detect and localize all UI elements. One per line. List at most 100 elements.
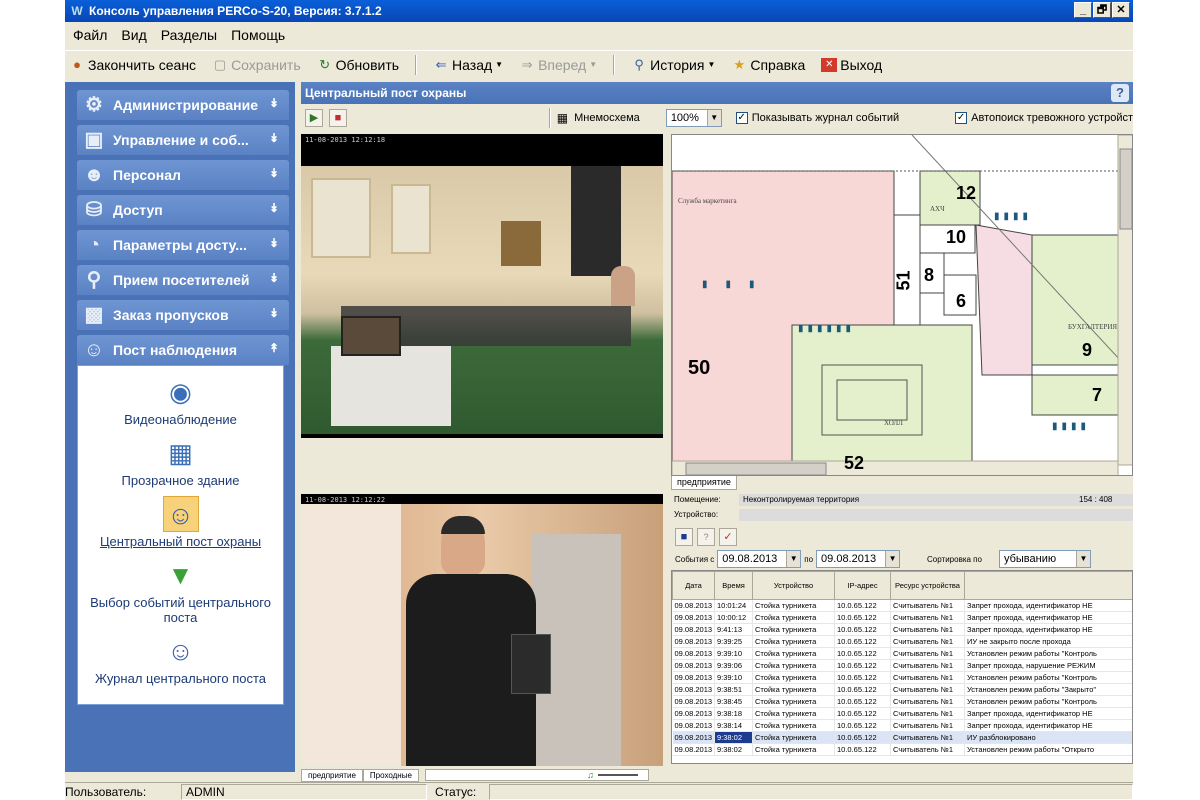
column-header[interactable] (964, 571, 1132, 600)
remove-camera-icon[interactable]: ■ (328, 109, 347, 127)
exit-button[interactable]: ✕ Выход (821, 57, 882, 73)
window-controls: _ 🗗 ✕ (1074, 2, 1130, 18)
map-hscroll-thumb[interactable] (685, 462, 827, 475)
sidebar-item-visitors[interactable]: ⚲ Прием посетителей ↡ (77, 265, 289, 295)
sidebar: ⚙ Администрирование ↡ ▣ Управление и соб… (65, 82, 295, 772)
table-cell: Стойка турникета (752, 731, 835, 744)
table-row[interactable]: 09.08.2013 9:38:18 Стойка турникета 10.0.65… (672, 707, 1132, 720)
volume-slider[interactable] (597, 774, 638, 776)
video-feed-entrance[interactable]: 11-08-2013 12:12:22 (301, 494, 663, 766)
table-row[interactable]: 09.08.2013 9:38:02 Стойка турникета 10.0.65… (672, 731, 1132, 744)
chevron-down-icon: ▼ (1075, 551, 1090, 567)
sub-item-video[interactable]: ◉ Видеонаблюдение (81, 374, 281, 427)
user-value: ADMIN (181, 783, 427, 800)
column-header[interactable]: Дата (672, 571, 715, 600)
info-room-row: Помещение: Неконтролируемая территория 1… (671, 492, 1133, 507)
table-row[interactable]: 09.08.2013 9:39:10 Стойка турникета 10.0.65… (672, 647, 1132, 660)
table-row[interactable]: 09.08.2013 9:39:06 Стойка турникета 10.0.65… (672, 659, 1132, 672)
help-button[interactable]: ★ Справка (731, 57, 806, 73)
table-row[interactable]: 09.08.2013 9:39:25 Стойка турникета 10.0.65… (672, 635, 1132, 648)
sidebar-item-administration[interactable]: ⚙ Администрирование ↡ (77, 90, 289, 120)
table-cell: 10.0.65.122 (834, 623, 891, 636)
table-cell: Считыватель №1 (890, 647, 965, 660)
history-button[interactable]: ⚲ История ▼ (631, 57, 715, 73)
table-cell: 09.08.2013 (672, 731, 715, 744)
hair-shape (441, 516, 485, 534)
restore-button[interactable]: 🗗 (1093, 2, 1111, 18)
events-filter: События с 09.08.2013 ▼ по 09.08.2013 ▼ С… (671, 550, 1091, 568)
table-row[interactable]: 09.08.2013 9:38:45 Стойка турникета 10.0.65… (672, 695, 1132, 708)
back-button[interactable]: ⇐ Назад ▼ (433, 57, 504, 73)
sidebar-item-surveillance[interactable]: ☺ Пост наблюдения ↟ (77, 335, 289, 365)
sub-item-journal[interactable]: ☺ Журнал центрального поста (81, 633, 281, 686)
reader-icon: ▮▮▮▮▮▮ (798, 323, 856, 334)
tab-bottom-checkpoints[interactable]: Проходные (362, 768, 419, 782)
close-button[interactable]: ✕ (1112, 2, 1130, 18)
date-from-select[interactable]: 09.08.2013 ▼ (717, 550, 802, 568)
table-row[interactable]: 09.08.2013 9:41:13 Стойка турникета 10.0.65… (672, 623, 1132, 636)
refresh-button[interactable]: ↻ Обновить (317, 57, 399, 73)
table-cell: 9:38:45 (714, 695, 753, 708)
menu-sections[interactable]: Разделы (161, 27, 217, 43)
table-cell: Считыватель №1 (890, 635, 965, 648)
end-session-button[interactable]: ● Закончить сеанс (69, 57, 196, 73)
table-cell: 10.0.65.122 (834, 671, 891, 684)
save-log-icon[interactable]: ■ (675, 528, 693, 546)
office-scene (301, 166, 663, 434)
table-row[interactable]: 09.08.2013 9:38:02 Стойка турникета 10.0.65… (672, 743, 1132, 756)
sidebar-item-personnel[interactable]: ☻ Персонал ↡ (77, 160, 289, 190)
table-row[interactable]: 09.08.2013 9:38:51 Стойка турникета 10.0.65… (672, 683, 1132, 696)
table-row[interactable]: 09.08.2013 9:38:14 Стойка турникета 10.0.65… (672, 719, 1132, 732)
minimize-button[interactable]: _ (1074, 2, 1092, 18)
events-table[interactable]: Дата Время Устройство IP-адрес Ресурс устрой… (671, 570, 1133, 764)
map-vscroll-thumb[interactable] (1119, 148, 1132, 230)
table-row[interactable]: 09.08.2013 9:39:10 Стойка турникета 10.0.65… (672, 671, 1132, 684)
sub-item-central-post[interactable]: ☺ Центральный пост охраны (81, 496, 281, 549)
tab-bottom-enterprise[interactable]: предприятие (301, 768, 363, 782)
video-feed-office[interactable]: 11-08-2013 12:12:18 (301, 134, 663, 438)
forward-button[interactable]: ⇒ Вперед ▼ (519, 57, 598, 73)
floor-plan-map[interactable]: 50 51 52 12 10 8 6 9 7 Служба маркетинга… (671, 134, 1133, 476)
sidebar-item-control[interactable]: ▣ Управление и соб... ↡ (77, 125, 289, 155)
desk-shape (331, 346, 451, 426)
sort-select[interactable]: убыванию ▼ (998, 550, 1091, 568)
sub-item-building[interactable]: ▦ Прозрачное здание (81, 435, 281, 488)
app-logo-icon: W (71, 4, 83, 18)
show-journal-checkbox[interactable]: ✓ Показывать журнал событий (735, 112, 899, 124)
sidebar-item-access-params[interactable]: ◔ Параметры досту... ↡ (77, 230, 289, 260)
table-row[interactable]: 09.08.2013 10:01:24 Стойка турникета 10.0.6… (672, 599, 1132, 612)
tab-enterprise[interactable]: предприятие (671, 476, 737, 490)
save-button[interactable]: ▢ Сохранить (212, 57, 301, 73)
room-number: 6 (956, 291, 967, 311)
column-header[interactable]: Время (714, 571, 753, 600)
table-cell: Установлен режим работы "Контроль (964, 647, 1132, 660)
table-row[interactable]: 09.08.2013 10:00:12 Стойка турникета 10.0.6… (672, 611, 1132, 624)
menu-view[interactable]: Вид (121, 27, 146, 43)
checkmark-icon[interactable]: ✓ (719, 528, 737, 546)
table-cell: 10.0.65.122 (834, 647, 891, 660)
checkmark-icon: ✓ (735, 112, 748, 124)
guard-post-icon: ☺ (162, 496, 199, 532)
info-device-value (739, 508, 1133, 521)
autosearch-checkbox[interactable]: ✓ Автопоиск тревожного устройст (955, 112, 1133, 124)
reader-icon: ▮▮▮▮ (1052, 421, 1091, 432)
column-header[interactable]: IP-адрес (834, 571, 891, 600)
sub-item-event-select[interactable]: ▼ Выбор событий центрального поста (81, 557, 281, 625)
mnemo-button[interactable]: Мнемосхема (574, 112, 640, 124)
sub-item-label: Выбор событий центрального поста (90, 595, 271, 625)
help-context-icon[interactable]: ? (1111, 84, 1129, 102)
id-card-icon: ▩ (84, 304, 104, 326)
table-cell: Стойка турникета (752, 647, 835, 660)
add-camera-icon[interactable]: ▶ (305, 109, 323, 127)
sidebar-item-passes[interactable]: ▩ Заказ пропусков ↡ (77, 300, 289, 330)
column-header[interactable]: Ресурс устройства (890, 571, 965, 600)
column-header[interactable]: Устройство (752, 571, 835, 600)
date-to-select[interactable]: 09.08.2013 ▼ (816, 550, 901, 568)
menu-help[interactable]: Помощь (231, 27, 285, 43)
sidebar-item-access[interactable]: ⛁ Доступ ↡ (77, 195, 289, 225)
chevron-down-icon: ▼ (706, 110, 721, 126)
zoom-select[interactable]: 100% ▼ (665, 109, 722, 127)
help-query-icon[interactable]: ? (697, 528, 715, 546)
menu-file[interactable]: Файл (73, 27, 107, 43)
chevron-down-icon: ▼ (786, 551, 801, 567)
